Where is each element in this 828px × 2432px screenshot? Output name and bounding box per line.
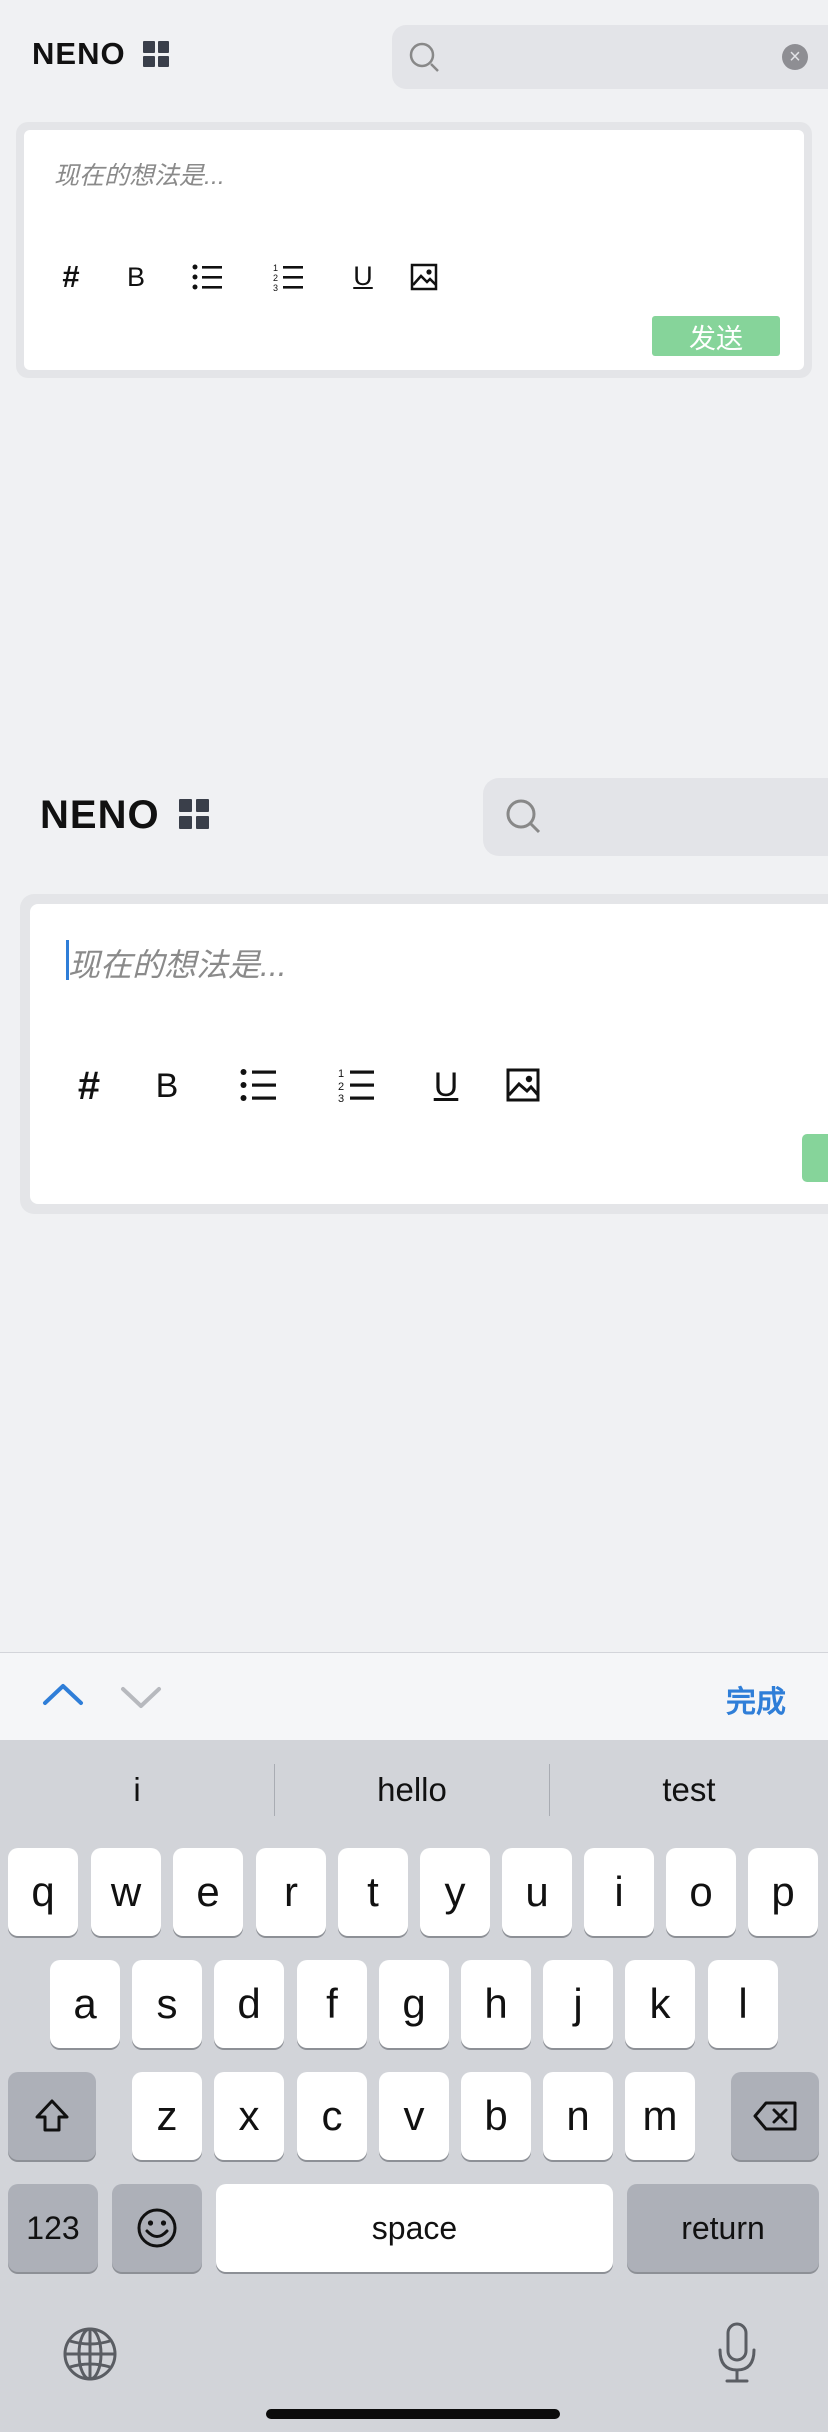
key-c[interactable]: c bbox=[297, 2072, 367, 2160]
ordered-list-icon[interactable]: 123 bbox=[273, 263, 305, 291]
key-z[interactable]: z bbox=[132, 2072, 202, 2160]
key-x[interactable]: x bbox=[214, 2072, 284, 2160]
keyboard-accessory-bar: 完成 bbox=[0, 1652, 828, 1741]
keyboard: i hello test q w e r t y u i o p a s d f… bbox=[0, 1740, 828, 2432]
bold-button[interactable]: B bbox=[119, 260, 153, 294]
key-q[interactable]: q bbox=[8, 1848, 78, 1936]
key-d[interactable]: d bbox=[214, 1960, 284, 2048]
chevron-up-icon[interactable] bbox=[42, 1681, 84, 1707]
clear-search-icon[interactable]: × bbox=[782, 44, 808, 70]
suggestion-item[interactable]: hello bbox=[275, 1740, 549, 1840]
key-m[interactable]: m bbox=[625, 2072, 695, 2160]
key-b[interactable]: b bbox=[461, 2072, 531, 2160]
image-icon[interactable] bbox=[410, 263, 438, 291]
editor-placeholder[interactable]: 现在的想法是... bbox=[54, 156, 225, 192]
key-u[interactable]: u bbox=[502, 1848, 572, 1936]
grid-icon[interactable] bbox=[143, 41, 169, 67]
send-button[interactable]: 发送 bbox=[652, 316, 780, 356]
done-button[interactable]: 完成 bbox=[726, 1677, 786, 1721]
ordered-list-icon-zoomed[interactable]: 123 bbox=[338, 1068, 376, 1102]
search-icon bbox=[409, 42, 439, 72]
editor-card-frame: 现在的想法是... # B 123 U 发送 bbox=[16, 122, 812, 378]
return-key[interactable]: return bbox=[627, 2184, 819, 2272]
svg-text:2: 2 bbox=[273, 273, 278, 283]
key-k[interactable]: k bbox=[625, 1960, 695, 2048]
tag-button[interactable]: # bbox=[54, 259, 88, 294]
key-h[interactable]: h bbox=[461, 1960, 531, 2048]
image-icon-zoomed[interactable] bbox=[506, 1068, 540, 1102]
key-row-3: z x c v b n m bbox=[0, 2072, 828, 2162]
home-indicator bbox=[266, 2409, 560, 2419]
key-row-1: q w e r t y u i o p bbox=[0, 1848, 828, 1938]
emoji-key[interactable] bbox=[112, 2184, 202, 2272]
key-j[interactable]: j bbox=[543, 1960, 613, 2048]
editor-card-zoomed: 现在的想法是... # B 123 U bbox=[30, 904, 828, 1204]
shift-icon bbox=[35, 2099, 69, 2132]
key-e[interactable]: e bbox=[173, 1848, 243, 1936]
key-w[interactable]: w bbox=[91, 1848, 161, 1936]
numbers-key[interactable]: 123 bbox=[8, 2184, 98, 2272]
editor-card-frame-zoomed: 现在的想法是... # B 123 U bbox=[20, 894, 828, 1214]
svg-text:3: 3 bbox=[273, 283, 278, 291]
backspace-key[interactable] bbox=[731, 2072, 819, 2160]
shift-key[interactable] bbox=[8, 2072, 96, 2160]
key-g[interactable]: g bbox=[379, 1960, 449, 2048]
suggestion-bar: i hello test bbox=[0, 1740, 828, 1840]
chevron-down-icon[interactable] bbox=[120, 1685, 162, 1711]
svg-text:2: 2 bbox=[338, 1081, 344, 1093]
underline-button-zoomed[interactable]: U bbox=[425, 1062, 467, 1108]
key-f[interactable]: f bbox=[297, 1960, 367, 2048]
bold-button-zoomed[interactable]: B bbox=[146, 1064, 188, 1108]
app-brand-zoomed: NENO bbox=[40, 793, 160, 837]
search-icon-zoomed bbox=[506, 799, 541, 834]
tag-button-zoomed[interactable]: # bbox=[68, 1064, 110, 1108]
app-brand: NENO bbox=[32, 36, 126, 71]
key-o[interactable]: o bbox=[666, 1848, 736, 1936]
suggestion-item[interactable]: i bbox=[0, 1740, 274, 1840]
key-p[interactable]: p bbox=[748, 1848, 818, 1936]
svg-text:1: 1 bbox=[273, 263, 278, 273]
send-button-zoomed[interactable] bbox=[802, 1134, 828, 1182]
globe-icon[interactable] bbox=[62, 2326, 118, 2382]
key-a[interactable]: a bbox=[50, 1960, 120, 2048]
grid-icon-zoomed[interactable] bbox=[179, 799, 209, 829]
key-v[interactable]: v bbox=[379, 2072, 449, 2160]
key-l[interactable]: l bbox=[708, 1960, 778, 2048]
svg-text:1: 1 bbox=[338, 1068, 344, 1080]
editor-card: 现在的想法是... # B 123 U 发送 bbox=[24, 130, 804, 370]
editor-placeholder-zoomed[interactable]: 现在的想法是... bbox=[68, 940, 287, 986]
backspace-icon bbox=[753, 2101, 797, 2131]
key-n[interactable]: n bbox=[543, 2072, 613, 2160]
bullet-list-icon-zoomed[interactable] bbox=[240, 1068, 278, 1102]
bullet-list-icon[interactable] bbox=[192, 263, 224, 291]
svg-text:3: 3 bbox=[338, 1093, 344, 1102]
space-key[interactable]: space bbox=[216, 2184, 613, 2272]
key-t[interactable]: t bbox=[338, 1848, 408, 1936]
underline-button[interactable]: U bbox=[346, 258, 380, 294]
key-row-4: 123 space return bbox=[0, 2184, 828, 2274]
suggestion-item[interactable]: test bbox=[550, 1740, 828, 1840]
key-i[interactable]: i bbox=[584, 1848, 654, 1936]
key-y[interactable]: y bbox=[420, 1848, 490, 1936]
key-s[interactable]: s bbox=[132, 1960, 202, 2048]
emoji-icon bbox=[137, 2208, 177, 2248]
search-bar-zoomed[interactable] bbox=[483, 778, 828, 856]
search-bar[interactable]: × bbox=[392, 25, 828, 89]
key-r[interactable]: r bbox=[256, 1848, 326, 1936]
key-row-2: a s d f g h j k l bbox=[0, 1960, 828, 2050]
microphone-icon[interactable] bbox=[715, 2322, 759, 2384]
